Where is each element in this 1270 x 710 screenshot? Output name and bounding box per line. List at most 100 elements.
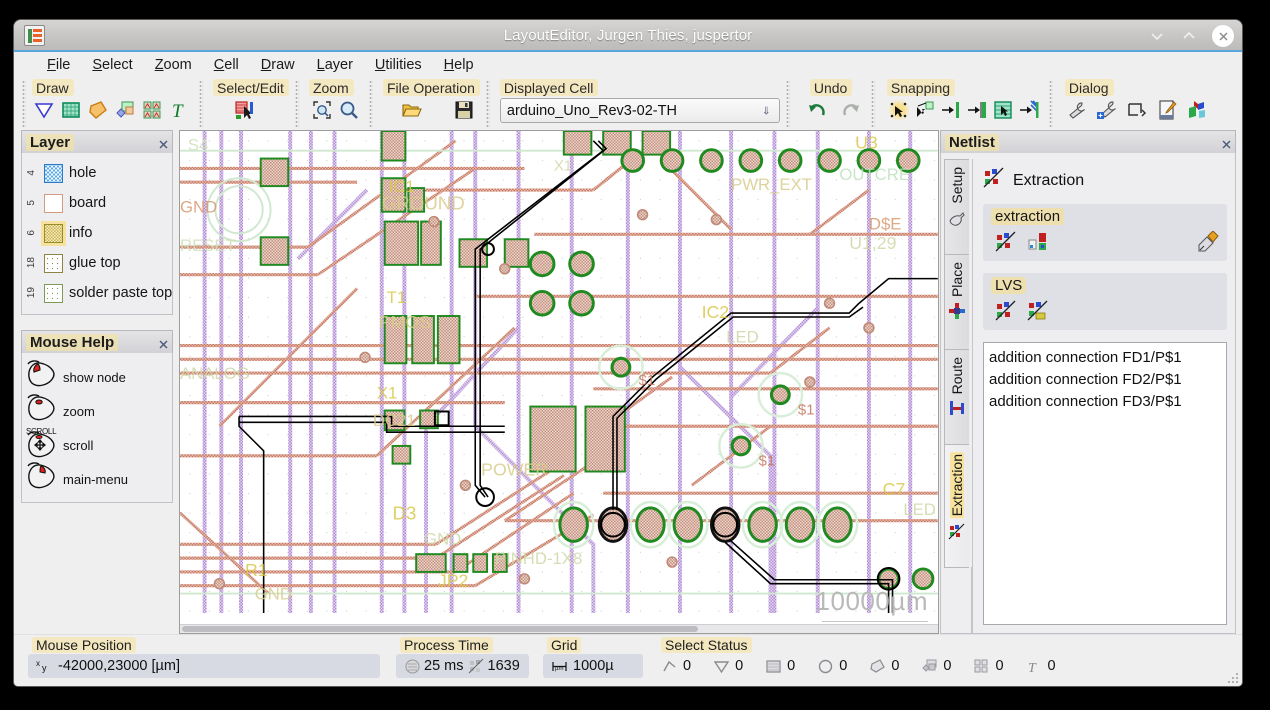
extraction-group-label: extraction	[991, 208, 1065, 225]
menu-bar: File Select Zoom Cell Draw Layer Utiliti…	[14, 52, 1242, 77]
polygon-icon[interactable]	[33, 99, 55, 121]
place-icon	[948, 302, 966, 320]
edit-netlist-icon[interactable]	[1197, 230, 1219, 253]
select-edit-icon[interactable]	[233, 99, 255, 121]
svg-text:PWR_EXT: PWR_EXT	[731, 175, 812, 194]
tab-place[interactable]: Place	[944, 254, 969, 350]
layout-canvas[interactable]: S4 GND RESET IC1 GROUND T1 PMOS X1 DC21 …	[179, 130, 939, 634]
layer-row[interactable]: 19 solder paste top	[22, 278, 172, 308]
status-mouse-position: Mouse Position x y -42000,23000 [µm]	[20, 636, 382, 683]
layer-color-swatch[interactable]	[44, 283, 63, 303]
layer-row[interactable]: 5 board	[22, 188, 172, 218]
svg-text:T1: T1	[387, 288, 407, 307]
snap-grid-icon[interactable]	[966, 99, 988, 121]
tab-setup[interactable]: Setup	[944, 159, 969, 255]
save-floppy-icon[interactable]	[453, 99, 475, 121]
layer-color-swatch[interactable]	[44, 253, 63, 273]
cellref-select-icon	[921, 658, 938, 675]
lvs-report-icon[interactable]	[1027, 300, 1049, 322]
menu-cell[interactable]: Cell	[203, 55, 250, 75]
3d-view-icon[interactable]	[1186, 99, 1208, 121]
svg-text:y: y	[42, 663, 47, 673]
extraction-header-label: Extraction	[1013, 171, 1085, 189]
menu-file[interactable]: File	[36, 55, 81, 75]
layer-row[interactable]: 4 hole	[22, 158, 172, 188]
netlist-view-icon[interactable]	[1027, 231, 1049, 253]
mouse-left-click-icon	[26, 359, 60, 395]
layer-color-swatch[interactable]	[41, 220, 66, 246]
svg-text:$1: $1	[798, 402, 814, 418]
menu-utilities[interactable]: Utilities	[364, 55, 433, 75]
toolbar-group-draw-label: Draw	[32, 79, 74, 96]
lvs-compare-icon[interactable]	[995, 300, 1017, 322]
path-icon[interactable]	[87, 99, 109, 121]
snap-line-icon[interactable]	[1018, 99, 1040, 121]
toolbar-row: Draw T Select/Edit Zoom File Operation D…	[14, 77, 1242, 130]
box-icon[interactable]	[60, 99, 82, 121]
layer-color-swatch[interactable]	[44, 193, 63, 213]
wrench-blue-icon[interactable]	[1096, 99, 1118, 121]
layer-color-swatch[interactable]	[44, 163, 63, 183]
netlist-message-list[interactable]: addition connection FD1/P$1 addition con…	[983, 342, 1227, 625]
close-icon[interactable]	[1221, 137, 1232, 149]
mouse-help-label: main-menu	[63, 471, 129, 487]
displayed-cell-combobox[interactable]: arduino_Uno_Rev3-02-TH ⇓	[499, 98, 780, 123]
process-time-label: Process Time	[400, 637, 493, 653]
canvas-horizontal-scrollbar[interactable]	[180, 624, 938, 633]
array-reference-icon[interactable]	[141, 99, 163, 121]
notepad-edit-icon[interactable]	[1156, 99, 1178, 121]
menu-help[interactable]: Help	[433, 55, 485, 75]
close-icon[interactable]	[1212, 25, 1234, 47]
scrollbar-thumb[interactable]	[182, 626, 698, 632]
toolbar-group-undo-label: Undo	[809, 79, 853, 96]
svg-text:GND: GND	[424, 529, 461, 548]
zoom-fit-icon[interactable]	[311, 99, 333, 121]
list-item[interactable]: addition connection FD3/P$1	[989, 391, 1224, 413]
chevron-down-icon[interactable]	[1148, 27, 1166, 45]
svg-text:$1: $1	[759, 454, 775, 470]
chevron-up-icon[interactable]	[1180, 27, 1198, 45]
close-icon[interactable]	[158, 137, 169, 149]
close-icon[interactable]	[158, 337, 169, 349]
zoom-magnifier-icon[interactable]	[338, 99, 360, 121]
menu-draw[interactable]: Draw	[250, 55, 306, 75]
layer-row[interactable]: 18 glue top	[22, 248, 172, 278]
wrench-icon[interactable]	[1066, 99, 1088, 121]
undo-arrow-icon[interactable]	[806, 99, 828, 121]
route-icon	[948, 399, 966, 417]
netlist-dock: Netlist Setup Place Route Extraction Ext…	[940, 130, 1240, 634]
snap-point-icon[interactable]	[940, 99, 962, 121]
svg-text:T: T	[1028, 661, 1037, 675]
redo-arrow-icon[interactable]	[840, 99, 862, 121]
snap-area-icon[interactable]	[992, 99, 1014, 121]
setup-icon	[948, 209, 966, 227]
element-count-icon	[468, 658, 485, 675]
ruler-icon[interactable]	[1126, 99, 1148, 121]
netlist-vertical-tabs: Setup Place Route Extraction	[941, 159, 972, 633]
mouse-help-label: scroll	[63, 437, 94, 453]
tab-extraction[interactable]: Extraction	[944, 444, 969, 568]
resize-grip[interactable]	[1227, 671, 1239, 683]
menu-select[interactable]: Select	[81, 55, 143, 75]
list-item[interactable]: addition connection FD2/P$1	[989, 369, 1224, 391]
menu-layer[interactable]: Layer	[306, 55, 364, 75]
svg-text:POWER: POWER	[481, 459, 548, 479]
extract-netlist-icon[interactable]	[995, 231, 1017, 253]
tab-route[interactable]: Route	[944, 349, 969, 445]
tab-extraction-label: Extraction	[949, 452, 965, 519]
layer-row[interactable]: 6 info	[22, 218, 172, 248]
list-item[interactable]: addition connection FD1/P$1	[989, 347, 1224, 369]
open-folder-icon[interactable]	[401, 99, 423, 121]
svg-text:GROUND: GROUND	[382, 193, 465, 214]
menu-zoom[interactable]: Zoom	[144, 55, 203, 75]
select-count-polygon: 0	[735, 658, 744, 674]
process-element-count: 1639	[487, 658, 520, 674]
text-icon[interactable]: T	[168, 99, 190, 122]
select-status-counters: 0 0 0 0 0 0 0 T 0	[657, 654, 1236, 678]
netlist-panel-body: Setup Place Route Extraction Extraction …	[940, 153, 1236, 634]
cell-reference-icon[interactable]	[114, 99, 136, 121]
scale-bar-label: 10000µm	[815, 586, 929, 622]
snap-any-icon[interactable]	[887, 99, 910, 121]
snap-edge-icon[interactable]	[914, 99, 936, 121]
select-count-path2: 0	[891, 658, 900, 674]
